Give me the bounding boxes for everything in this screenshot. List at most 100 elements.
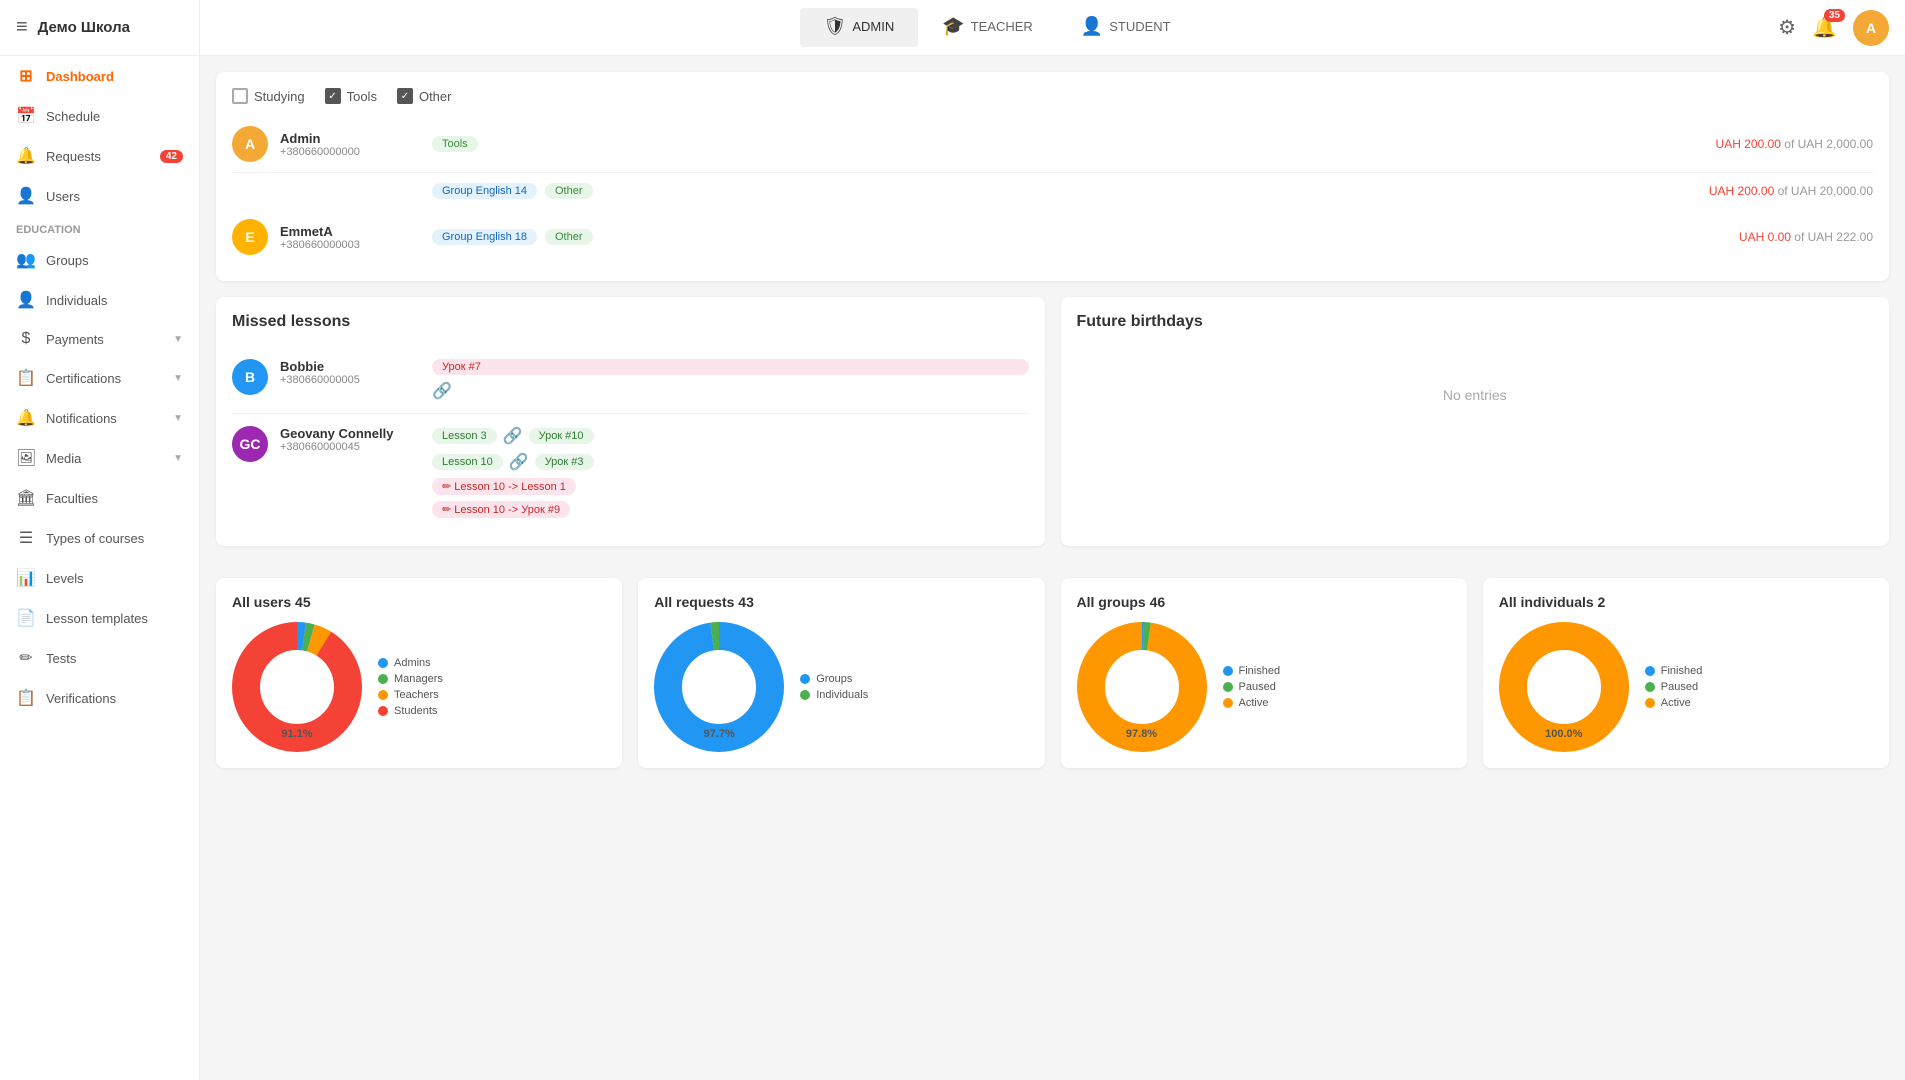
- filter-label-other: Other: [419, 89, 452, 104]
- amount-of: of UAH 20,000.00: [1778, 184, 1873, 198]
- donut-container: 97.8% Finished Paused Active: [1077, 622, 1451, 752]
- sidebar-icon-notifications: 🔔: [16, 408, 36, 428]
- sidebar-item-notifications[interactable]: 🔔 Notifications ▼: [0, 398, 199, 438]
- user-tags-emmeta-0: Group English 18 Other: [432, 229, 1727, 245]
- sidebar-badge-requests: 42: [160, 150, 183, 163]
- user-row-emmeta-0: E EmmetA +380660000003 Group English 18 …: [232, 209, 1873, 265]
- legend-dot: [800, 690, 810, 700]
- main-area: 🛡 ADMIN🎓 TEACHER👤 STUDENT ⚙ 🔔 35 A Study…: [200, 0, 1905, 1080]
- user-section-admin: A Admin +380660000000 Tools UAH 200.00 o…: [232, 116, 1873, 209]
- sidebar-item-media[interactable]: 🖼 Media ▼: [0, 438, 199, 478]
- missed-avatar-bobbie: B: [232, 359, 268, 395]
- sidebar-item-certifications[interactable]: 📋 Certifications ▼: [0, 358, 199, 398]
- filter-studying[interactable]: Studying: [232, 88, 305, 104]
- sidebar-item-schedule[interactable]: 📅 Schedule: [0, 96, 199, 136]
- sidebar-item-groups[interactable]: 👥 Groups: [0, 240, 199, 280]
- user-group-tag: Group English 18: [432, 229, 537, 245]
- sidebar-item-requests[interactable]: 🔔 Requests 42: [0, 136, 199, 176]
- legend-label: Paused: [1239, 681, 1276, 693]
- topbar-right: ⚙ 🔔 35 A: [1778, 10, 1889, 46]
- sidebar-arrow-media: ▼: [173, 453, 183, 464]
- legend: Finished Paused Active: [1223, 665, 1281, 709]
- donut-container: 91.1% Admins Managers Teachers Students: [232, 622, 606, 752]
- sidebar-item-payments[interactable]: $ Payments ▼: [0, 320, 199, 358]
- legend-dot: [378, 658, 388, 668]
- user-row-admin-1: Group English 14 Other UAH 200.00 of UAH…: [232, 173, 1873, 209]
- missed-name-geovany: Geovany Connelly: [280, 426, 420, 441]
- sidebar-icon-users: 👤: [16, 186, 36, 206]
- user-avatar[interactable]: A: [1853, 10, 1889, 46]
- legend-item: Groups: [800, 673, 868, 685]
- user-phone-emmeta: +380660000003: [280, 239, 420, 251]
- legend-item: Active: [1223, 697, 1281, 709]
- nav-tab-student[interactable]: 👤 STUDENT: [1057, 8, 1195, 47]
- sidebar-icon-dashboard: ⊞: [16, 66, 36, 86]
- sidebar-label-lesson-templates: Lesson templates: [46, 611, 148, 626]
- link-icon[interactable]: 🔗: [432, 381, 1029, 401]
- user-type-tag: Other: [545, 183, 593, 199]
- legend-dot: [1645, 698, 1655, 708]
- legend-item: Teachers: [378, 689, 443, 701]
- amount-paid: UAH 200.00: [1709, 184, 1774, 198]
- missed-name-bobbie: Bobbie: [280, 359, 420, 374]
- sidebar-section-education: Education: [0, 216, 199, 240]
- legend-item: Individuals: [800, 689, 868, 701]
- school-name: Демо Школа: [38, 19, 130, 36]
- sidebar-item-lesson-templates[interactable]: 📄 Lesson templates: [0, 598, 199, 638]
- sidebar-icon-payments: $: [16, 330, 36, 348]
- legend-label: Groups: [816, 673, 852, 685]
- sidebar-label-verifications: Verifications: [46, 691, 116, 706]
- lesson-tag: ✏ Lesson 10 -> Урок #9: [432, 501, 570, 518]
- sidebar-item-dashboard[interactable]: ⊞ Dashboard: [0, 56, 199, 96]
- sidebar-icon-groups: 👥: [16, 250, 36, 270]
- notifications-button[interactable]: 🔔 35: [1812, 15, 1837, 40]
- legend-item: Finished: [1223, 665, 1281, 677]
- sidebar-item-tests[interactable]: ✏ Tests: [0, 638, 199, 678]
- lesson-tag: Урок #10: [529, 428, 594, 444]
- user-amount-emmeta-0: UAH 0.00 of UAH 222.00: [1739, 230, 1873, 244]
- nav-tab-icon-teacher: 🎓: [942, 16, 964, 37]
- stat-card-all-groups: All groups 46 97.8% Finished Paused Acti…: [1061, 578, 1467, 768]
- nav-tab-admin[interactable]: 🛡 ADMIN: [800, 8, 919, 47]
- lesson-tag: Урок #3: [535, 454, 594, 470]
- legend-dot: [378, 690, 388, 700]
- sidebar-item-levels[interactable]: 📊 Levels: [0, 558, 199, 598]
- legend-item: Finished: [1645, 665, 1703, 677]
- sidebar-icon-faculties: 🏛: [16, 488, 36, 508]
- legend-item: Students: [378, 705, 443, 717]
- sidebar-label-schedule: Schedule: [46, 109, 100, 124]
- menu-icon[interactable]: ≡: [16, 16, 28, 39]
- settings-icon[interactable]: ⚙: [1778, 15, 1796, 40]
- user-info-emmeta: EmmetA +380660000003: [280, 224, 420, 251]
- sidebar-item-verifications[interactable]: 📋 Verifications: [0, 678, 199, 718]
- sidebar-arrow-notifications: ▼: [173, 413, 183, 424]
- link-icon[interactable]: 🔗: [509, 452, 529, 472]
- nav-tab-label-student: STUDENT: [1109, 19, 1170, 34]
- filter-label-studying: Studying: [254, 89, 305, 104]
- nav-tab-icon-student: 👤: [1081, 16, 1103, 37]
- user-type-tag: Tools: [432, 136, 478, 152]
- sidebar-label-types-of-courses: Types of courses: [46, 531, 144, 546]
- sidebar-label-payments: Payments: [46, 332, 104, 347]
- donut-wrap: 97.7%: [654, 622, 784, 752]
- filter-other[interactable]: Other: [397, 88, 452, 104]
- nav-tab-teacher[interactable]: 🎓 TEACHER: [918, 8, 1057, 47]
- sidebar-icon-individuals: 👤: [16, 290, 36, 310]
- missed-info-bobbie: Bobbie +380660000005: [280, 359, 420, 386]
- filter-tools[interactable]: Tools: [325, 88, 377, 104]
- sidebar-label-notifications: Notifications: [46, 411, 117, 426]
- checkbox-tools: [325, 88, 341, 104]
- sidebar-item-users[interactable]: 👤 Users: [0, 176, 199, 216]
- user-name-admin: Admin: [280, 131, 420, 146]
- amount-of: of UAH 2,000.00: [1784, 137, 1873, 151]
- link-icon[interactable]: 🔗: [503, 426, 523, 446]
- sidebar-item-types-of-courses[interactable]: ☰ Types of courses: [0, 518, 199, 558]
- topbar-center: 🛡 ADMIN🎓 TEACHER👤 STUDENT: [216, 8, 1778, 47]
- sidebar-item-faculties[interactable]: 🏛 Faculties: [0, 478, 199, 518]
- stat-title: All individuals 2: [1499, 594, 1873, 610]
- sidebar-item-individuals[interactable]: 👤 Individuals: [0, 280, 199, 320]
- legend-label: Teachers: [394, 689, 439, 701]
- missed-lessons-title: Missed lessons: [232, 313, 1029, 331]
- lesson-row: ✏ Lesson 10 -> Урок #9: [432, 501, 1029, 518]
- legend-dot: [800, 674, 810, 684]
